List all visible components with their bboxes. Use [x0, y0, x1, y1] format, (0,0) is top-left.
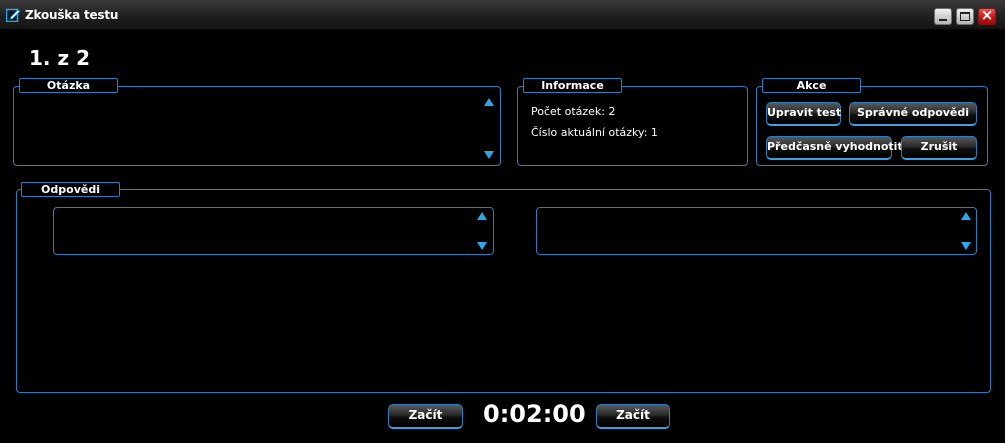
scroll-down-icon[interactable]	[477, 242, 487, 250]
scroll-up-icon[interactable]	[961, 212, 971, 220]
start-button-left[interactable]: Začít	[388, 404, 463, 429]
scroll-down-icon[interactable]	[484, 151, 494, 159]
current-question-text: Číslo aktuální otázky: 1	[531, 126, 658, 139]
minimize-button[interactable]	[934, 8, 952, 25]
question-count-text: Počet otázek: 2	[531, 105, 616, 118]
answers-legend: Odpovědi	[21, 182, 120, 197]
info-group: Počet otázek: 2 Číslo aktuální otázky: 1	[517, 86, 748, 166]
info-legend: Informace	[523, 78, 622, 93]
scroll-up-icon[interactable]	[477, 212, 487, 220]
window-title: Zkouška testu	[25, 8, 119, 22]
correct-answers-button[interactable]: Správné odpovědi	[849, 102, 977, 126]
countdown-timer: 0:02:00	[483, 400, 586, 428]
actions-legend: Akce	[762, 78, 861, 93]
scroll-up-icon[interactable]	[484, 98, 494, 106]
early-evaluate-button[interactable]: Předčasně vyhodnotit	[766, 136, 903, 160]
start-button-right[interactable]: Začít	[596, 404, 670, 429]
scroll-down-icon[interactable]	[961, 242, 971, 250]
minimize-icon	[939, 19, 947, 21]
title-bar: Zkouška testu ×	[0, 0, 1005, 30]
question-legend: Otázka	[19, 78, 118, 93]
answer-textbox-2[interactable]	[536, 207, 977, 255]
cancel-button[interactable]: Zrušit	[901, 136, 977, 160]
edit-test-button[interactable]: Upravit test	[766, 102, 841, 126]
maximize-icon	[960, 12, 970, 21]
question-group	[13, 86, 501, 166]
edit-document-icon	[6, 8, 20, 22]
question-counter: 1. z 2	[29, 46, 90, 70]
close-button[interactable]: ×	[978, 6, 996, 25]
answer-textbox-1[interactable]	[53, 207, 494, 255]
maximize-button[interactable]	[956, 8, 974, 25]
close-icon: ×	[980, 6, 994, 24]
